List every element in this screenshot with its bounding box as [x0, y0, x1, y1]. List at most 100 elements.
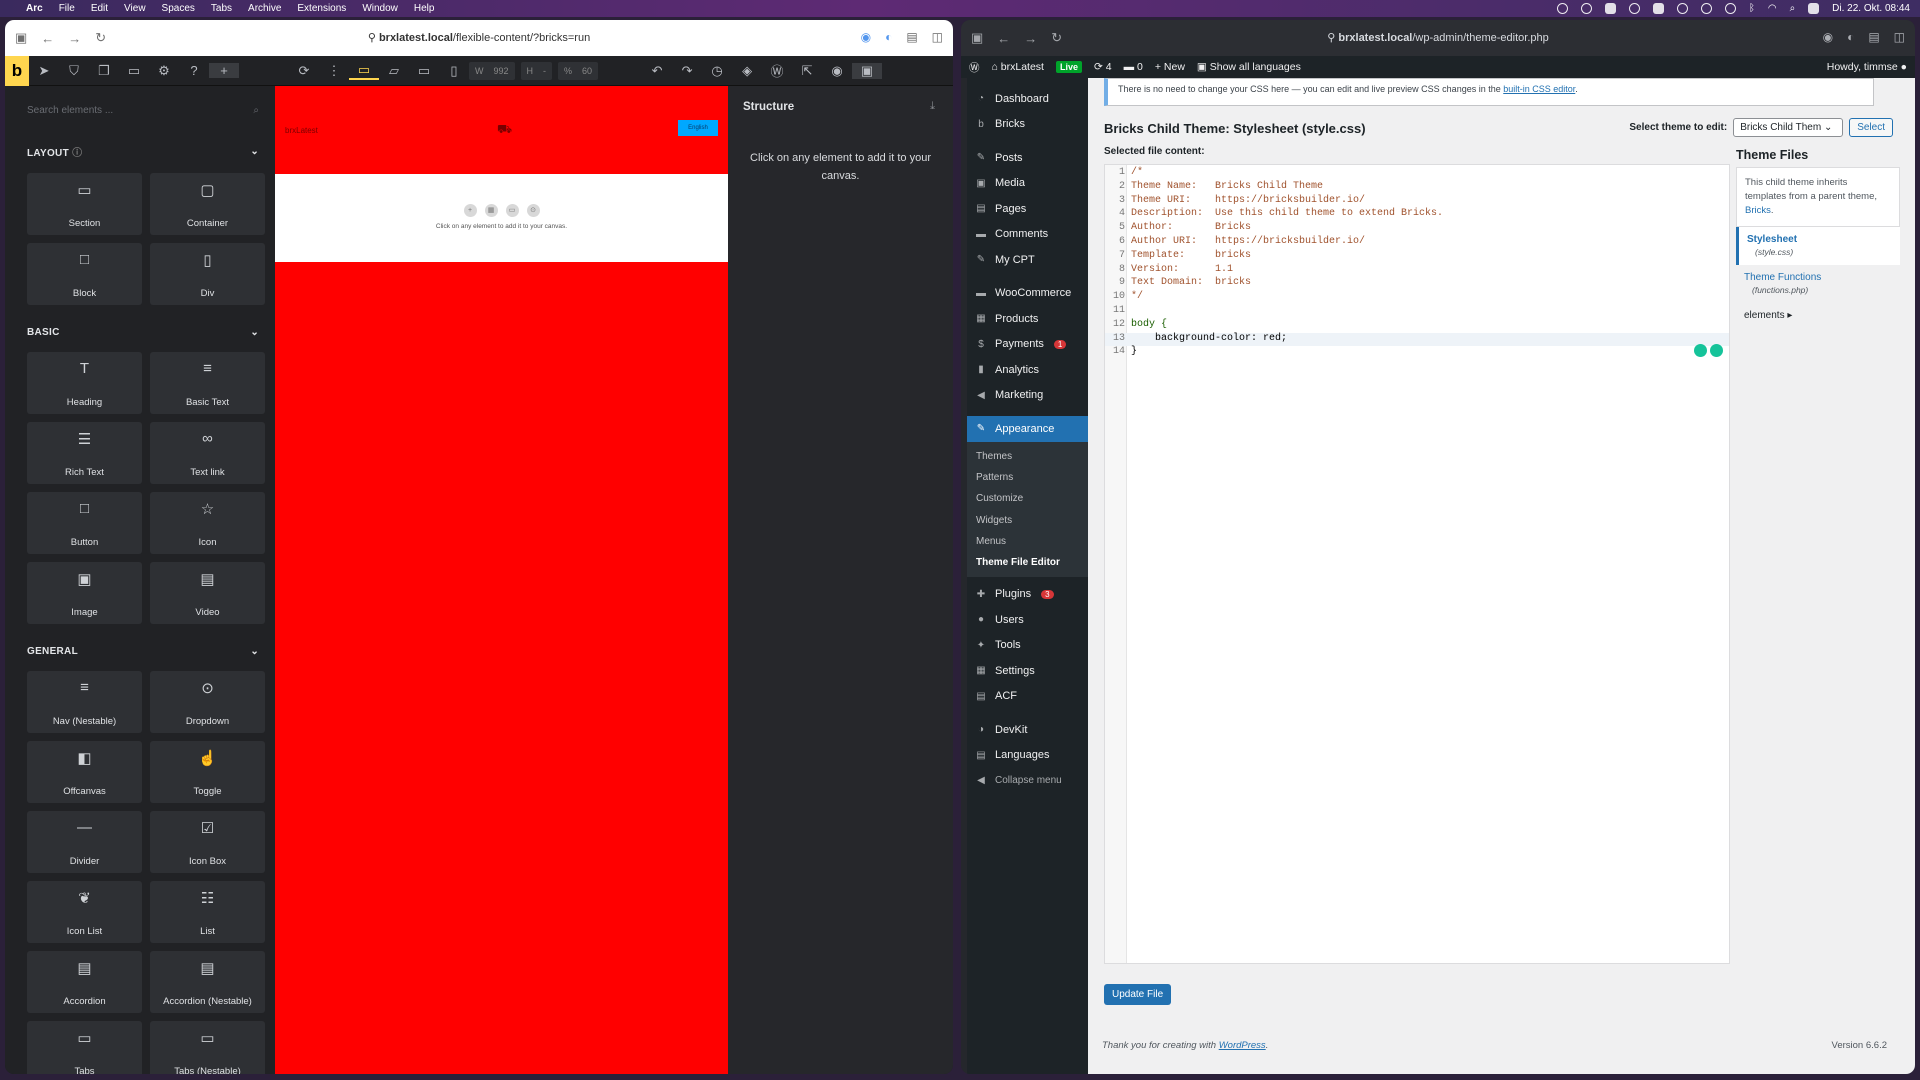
status-icon[interactable] [1580, 3, 1592, 14]
language-button[interactable]: English [678, 120, 718, 136]
element-button[interactable]: □ Button [27, 492, 142, 554]
cart-icon[interactable]: ⛟ [497, 122, 512, 138]
gear-icon[interactable]: ⚙ [149, 63, 179, 79]
element-section[interactable]: ▭ Section [27, 173, 142, 235]
tablet-portrait-icon[interactable]: ▭ [409, 63, 439, 79]
element-block[interactable]: □ Block [27, 243, 142, 305]
download-icon[interactable]: ⤓ [930, 100, 935, 113]
submenu-patterns[interactable]: Patterns [967, 466, 1088, 489]
history-icon[interactable]: ◷ [702, 63, 732, 79]
file-stylesheet[interactable]: Stylesheet (style.css) [1736, 227, 1900, 265]
play-icon[interactable] [1676, 3, 1688, 14]
extension-icon[interactable]: ◉ [861, 30, 871, 44]
folder-elements[interactable]: elements ▸ [1736, 303, 1900, 328]
split-view-icon[interactable]: ◫ [1894, 30, 1905, 44]
empty-content-area[interactable]: + ▦ ▭ ⊙ Click on any element to add it t… [275, 174, 728, 262]
extension-icon[interactable]: ◉ [1823, 30, 1833, 44]
menu-view[interactable]: View [124, 3, 146, 14]
sidebar-item-languages[interactable]: ▤ Languages [967, 742, 1088, 768]
element-tabs[interactable]: ▭ Tabs [27, 1021, 142, 1074]
chevron-down-icon[interactable]: ⌄ [250, 146, 259, 157]
element-icon-list[interactable]: ❦ Icon List [27, 881, 142, 943]
element-accordion-nestable[interactable]: ▤ Accordion (Nestable) [150, 951, 265, 1013]
layers-icon[interactable]: ◈ [732, 63, 762, 79]
preview-eye-icon[interactable]: ◉ [822, 63, 852, 79]
element-list[interactable]: ☷ List [150, 881, 265, 943]
status-icon[interactable] [1724, 3, 1736, 14]
menu-edit[interactable]: Edit [91, 3, 108, 14]
sidebar-item-bricks[interactable]: b Bricks [967, 112, 1088, 138]
grammarly-widget[interactable] [1694, 344, 1723, 357]
sidebar-item-my-cpt[interactable]: ✎ My CPT [967, 247, 1088, 273]
element-toggle[interactable]: ☝ Toggle [150, 741, 265, 803]
status-icon[interactable] [1628, 3, 1640, 14]
extension-icon[interactable]: ◐ [1847, 30, 1854, 44]
external-link-icon[interactable]: ⇱ [792, 63, 822, 79]
sync-icon[interactable]: ⟳ [289, 63, 319, 79]
wordpress-link[interactable]: WordPress [1219, 1040, 1266, 1051]
help-icon[interactable]: ? [179, 63, 209, 78]
sidebar-item-payments[interactable]: $ Payments 1 [967, 332, 1088, 358]
menu-tabs[interactable]: Tabs [211, 3, 232, 14]
admin-bar-comments[interactable]: ▬ 0 [1124, 61, 1143, 73]
submenu-menus[interactable]: Menus [967, 530, 1088, 552]
width-input[interactable]: W 992 [469, 61, 515, 80]
sidebar-item-appearance[interactable]: ✎ Appearance [967, 416, 1088, 442]
desktop-breakpoint-icon[interactable]: ▭ [349, 62, 379, 80]
update-file-button[interactable]: Update File [1104, 984, 1172, 1005]
element-tabs-nestable[interactable]: ▭ Tabs (Nestable) [150, 1021, 265, 1074]
scale-input[interactable]: % 60 [558, 61, 599, 80]
select-button[interactable]: Select [1849, 118, 1893, 137]
element-text-link[interactable]: ∞ Text link [150, 422, 265, 484]
address-bar[interactable]: ▣ ← → ↻ ⚲ brxlatest.local/flexible-conte… [5, 20, 953, 56]
add-icon[interactable]: + [463, 204, 477, 217]
element-heading[interactable]: T Heading [27, 352, 142, 414]
address-bar[interactable]: ▣ ← → ↻ ⚲ brxlatest.local/wp-admin/theme… [961, 20, 1915, 56]
site-logo[interactable]: brxLatest [285, 126, 318, 135]
chevron-down-icon[interactable]: ⌄ [250, 327, 259, 338]
grammarly-icon[interactable] [1710, 344, 1723, 357]
collapse-menu[interactable]: ◀ Collapse menu [967, 768, 1088, 794]
control-center-icon[interactable] [1808, 3, 1820, 14]
height-input[interactable]: H- [520, 61, 553, 80]
element-accordion[interactable]: ▤ Accordion [27, 951, 142, 1013]
search-elements[interactable]: Search elements ... ⌕ [27, 98, 259, 122]
admin-bar-languages[interactable]: ▣ Show all languages [1197, 61, 1301, 73]
sidebar-item-settings[interactable]: ▦ Settings [967, 658, 1088, 684]
template-icon[interactable]: ▦ [484, 204, 498, 217]
parent-theme-link[interactable]: Bricks [1745, 205, 1771, 216]
menu-spaces[interactable]: Spaces [162, 3, 195, 14]
folder-icon[interactable]: ▭ [505, 204, 519, 217]
grammarly-icon[interactable] [1694, 344, 1707, 357]
menu-arc[interactable]: Arc [26, 3, 43, 14]
element-icon-box[interactable]: ☑ Icon Box [150, 811, 265, 873]
chevron-down-icon[interactable]: ⌄ [250, 646, 259, 657]
status-icon[interactable] [1604, 3, 1616, 14]
bricks-logo[interactable]: b [5, 55, 29, 86]
sidebar-item-marketing[interactable]: ◀ Marketing [967, 383, 1088, 409]
element-rich-text[interactable]: ☰ Rich Text [27, 422, 142, 484]
sidebar-item-comments[interactable]: ▬ Comments [967, 222, 1088, 248]
submenu-theme-file-editor[interactable]: Theme File Editor [967, 551, 1088, 574]
section-layout-header[interactable]: LAYOUT ⓘ ⌄ [27, 144, 259, 159]
submenu-widgets[interactable]: Widgets [967, 509, 1088, 531]
templates-icon[interactable]: ❐ [89, 63, 119, 79]
reader-icon[interactable]: ▤ [1868, 30, 1879, 44]
submenu-themes[interactable]: Themes [967, 445, 1088, 467]
folder-icon[interactable]: ▭ [119, 63, 149, 79]
section-general-header[interactable]: GENERAL ⌄ [27, 646, 259, 657]
search-input[interactable]: Search elements ... [27, 105, 113, 116]
sidebar-item-tools[interactable]: ✦ Tools [967, 632, 1088, 658]
wordpress-icon[interactable]: Ⓦ [762, 61, 792, 80]
menu-extensions[interactable]: Extensions [297, 3, 346, 14]
menu-file[interactable]: File [59, 3, 75, 14]
sidebar-item-dashboard[interactable]: ◔ Dashboard [967, 86, 1088, 112]
builder-canvas[interactable]: brxLatest ⛟ English + ▦ ▭ ⊙ Click on any… [275, 86, 728, 1074]
submenu-customize[interactable]: Customize [967, 488, 1088, 510]
element-video[interactable]: ▤ Video [150, 562, 265, 624]
url[interactable]: ⚲ brxlatest.local/wp-admin/theme-editor.… [961, 31, 1915, 44]
element-basic-text[interactable]: ≡ Basic Text [150, 352, 265, 414]
url[interactable]: ⚲ brxlatest.local/flexible-content/?bric… [5, 31, 953, 44]
theme-select-dropdown[interactable]: Bricks Child Them ⌄ [1733, 118, 1844, 137]
sidebar-item-analytics[interactable]: ▮ Analytics [967, 357, 1088, 383]
